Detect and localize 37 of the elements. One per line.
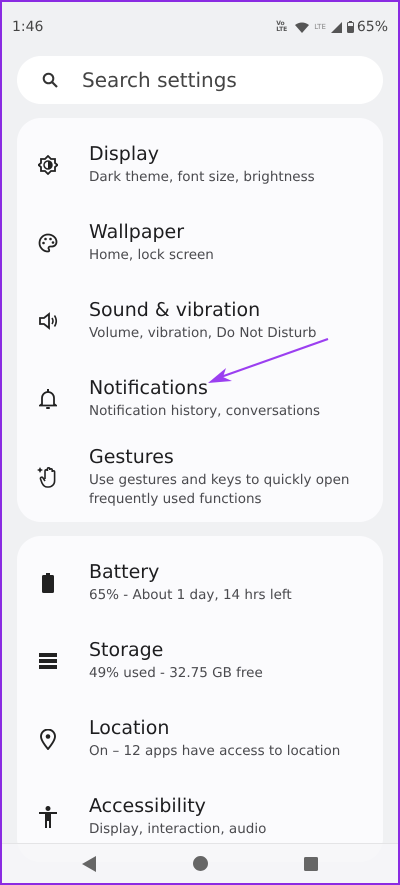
item-title: Wallpaper — [89, 221, 186, 244]
battery-icon — [42, 573, 54, 593]
bell-icon — [39, 389, 57, 409]
item-title: Location — [89, 717, 170, 740]
item-title: Accessibility — [89, 795, 207, 818]
back-button[interactable] — [82, 856, 96, 872]
item-description: Display, interaction, audio — [89, 820, 266, 839]
brightness-icon — [38, 155, 58, 175]
item-title: Notifications — [89, 377, 209, 400]
item-description: 49% used - 32.75 GB free — [89, 664, 263, 683]
item-description: On – 12 apps have access to location — [89, 742, 340, 761]
item-title: Storage — [89, 639, 164, 662]
item-title: Display — [89, 143, 160, 166]
item-description: Use gestures and keys to quickly open frequently used functions — [89, 471, 350, 508]
item-title: Battery — [89, 561, 160, 584]
accessibility-icon — [39, 806, 57, 828]
search-icon — [42, 72, 58, 88]
item-description: Home, lock screen — [89, 246, 214, 265]
wifi-icon — [295, 22, 310, 32]
item-description: Volume, vibration, Do Not Disturb — [89, 324, 316, 343]
item-description: 65% - About 1 day, 14 hrs left — [89, 586, 292, 605]
volume-icon — [38, 312, 58, 330]
item-description: Dark theme, font size, brightness — [89, 168, 315, 187]
search-input[interactable]: Search settings — [82, 68, 332, 92]
storage-icon — [39, 653, 57, 669]
search-field[interactable]: Search settings — [17, 56, 383, 104]
signal-icon — [330, 22, 342, 32]
item-title: Gestures — [89, 446, 175, 468]
item-description: Notification history, conversations — [89, 402, 320, 421]
status-time: 1:46 — [12, 19, 44, 35]
battery-percent: 65% — [356, 19, 388, 35]
home-button[interactable] — [192, 856, 208, 871]
location-pin-icon — [40, 728, 56, 750]
item-title: Sound & vibration — [89, 299, 262, 322]
recents-button[interactable] — [304, 856, 318, 870]
battery-icon — [346, 21, 354, 33]
palette-icon — [38, 233, 58, 253]
